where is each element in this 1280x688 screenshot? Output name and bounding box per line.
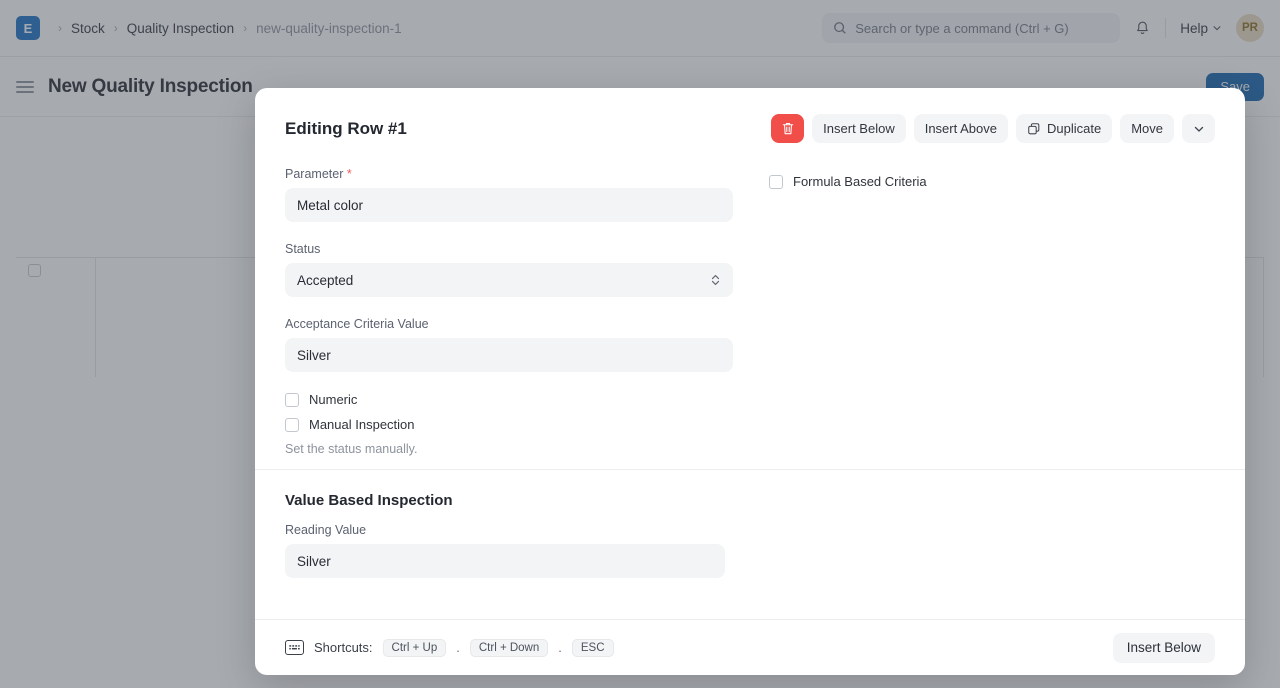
- insert-below-button[interactable]: Insert Below: [812, 114, 906, 143]
- formula-based-criteria-label: Formula Based Criteria: [793, 174, 927, 189]
- edit-row-dialog: Editing Row #1 Insert Below Insert Above: [255, 88, 1245, 675]
- dialog-right-column: Formula Based Criteria: [769, 167, 1215, 456]
- formula-based-criteria-checkbox[interactable]: [769, 174, 783, 189]
- dialog-body: Editing Row #1 Insert Below Insert Above: [255, 88, 1245, 619]
- duplicate-button[interactable]: Duplicate: [1016, 114, 1113, 143]
- more-options-button[interactable]: [1182, 114, 1215, 143]
- reading-value-input[interactable]: Silver: [285, 544, 725, 578]
- shortcut-key-ctrl-up: Ctrl + Up: [382, 638, 447, 657]
- shortcut-separator: .: [456, 640, 460, 655]
- dialog-title: Editing Row #1: [285, 119, 407, 138]
- shortcut-key-ctrl-down: Ctrl + Down: [469, 638, 549, 657]
- parameter-input[interactable]: Metal color: [285, 188, 733, 222]
- value-based-inspection-section: Value Based Inspection Reading Value Sil…: [255, 470, 1245, 578]
- move-button[interactable]: Move: [1120, 114, 1174, 143]
- shortcuts-label: Shortcuts:: [314, 640, 373, 655]
- status-label: Status: [285, 242, 321, 256]
- shortcut-separator: .: [558, 640, 562, 655]
- shortcut-key-esc: ESC: [571, 638, 614, 657]
- required-marker: *: [346, 167, 352, 181]
- reading-value-label: Reading Value: [285, 523, 367, 537]
- numeric-checkbox[interactable]: [285, 392, 299, 407]
- acceptance-criteria-value-field: Acceptance Criteria Value Silver: [285, 317, 733, 372]
- status-select[interactable]: Accepted: [285, 263, 733, 297]
- duplicate-icon: [1028, 122, 1040, 134]
- numeric-label: Numeric: [309, 392, 358, 407]
- status-value: Accepted: [297, 272, 354, 288]
- parameter-label: Parameter *: [285, 167, 733, 181]
- parameter-field: Parameter * Metal color: [285, 167, 733, 222]
- insert-above-button[interactable]: Insert Above: [913, 114, 1008, 143]
- manual-inspection-hint: Set the status manually.: [285, 442, 418, 456]
- row-toolbar: Insert Below Insert Above Duplicate Move: [771, 114, 1215, 143]
- dialog-footer: Shortcuts: Ctrl + Up . Ctrl + Down . ESC…: [255, 619, 1245, 675]
- acceptance-criteria-value-label: Acceptance Criteria Value: [285, 317, 429, 331]
- status-field: Status Accepted: [285, 242, 733, 297]
- reading-value-field: Reading Value Silver: [285, 523, 725, 578]
- duplicate-label: Duplicate: [1047, 121, 1102, 136]
- delete-row-button[interactable]: [771, 114, 805, 143]
- dialog-columns: Parameter * Metal color Status Accepted: [255, 143, 1245, 456]
- screen: E › Stock › Quality Inspection › new-qua…: [0, 0, 1280, 688]
- dialog-header: Editing Row #1 Insert Below Insert Above: [255, 88, 1245, 143]
- trash-icon: [782, 122, 793, 135]
- acceptance-criteria-value-input[interactable]: Silver: [285, 338, 733, 372]
- keyboard-icon: [285, 640, 304, 655]
- manual-inspection-checkbox[interactable]: [285, 417, 299, 432]
- dialog-left-column: Parameter * Metal color Status Accepted: [285, 167, 733, 456]
- parameter-label-text: Parameter: [285, 167, 344, 181]
- section-title: Value Based Inspection: [285, 492, 453, 509]
- formula-based-criteria-row[interactable]: Formula Based Criteria: [769, 174, 1215, 189]
- chevron-down-icon: [1194, 126, 1203, 132]
- numeric-checkbox-row[interactable]: Numeric: [285, 392, 733, 407]
- select-chevrons-icon: [711, 275, 720, 285]
- footer-insert-below-button[interactable]: Insert Below: [1112, 632, 1215, 663]
- manual-inspection-label: Manual Inspection: [309, 417, 415, 432]
- manual-inspection-checkbox-row[interactable]: Manual Inspection: [285, 417, 733, 432]
